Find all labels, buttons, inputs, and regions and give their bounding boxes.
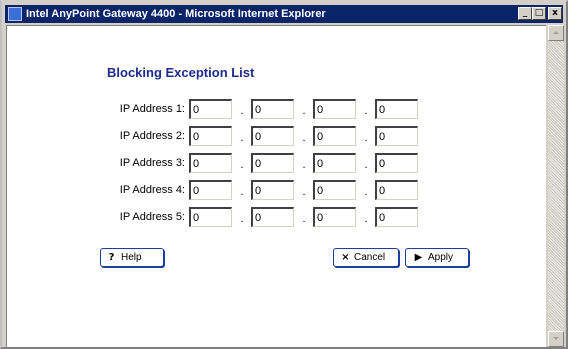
ip-octet-field[interactable] <box>189 207 232 227</box>
octet-separator: . <box>240 105 244 117</box>
ip-octet-field[interactable] <box>375 207 418 227</box>
ip-address-label: IP Address 1: <box>119 103 185 115</box>
ip-octet-field[interactable] <box>251 126 294 146</box>
ip-octet-field[interactable] <box>251 99 294 119</box>
page-title: Blocking Exception List <box>107 65 255 80</box>
ip-address-label: IP Address 3: <box>119 157 185 169</box>
ie-logo-icon <box>8 7 22 21</box>
octet-separator: . <box>364 213 368 225</box>
scroll-down-button[interactable] <box>548 331 564 347</box>
octet-separator: . <box>364 105 368 117</box>
x-icon: × <box>341 252 350 263</box>
octet-separator: . <box>364 132 368 144</box>
help-button[interactable]: ? Help <box>100 248 164 267</box>
octet-separator: . <box>364 186 368 198</box>
ip-octet-field[interactable] <box>313 153 356 173</box>
minimize-button[interactable]: _ <box>518 7 532 20</box>
octet-separator: . <box>240 132 244 144</box>
octet-separator: . <box>240 159 244 171</box>
ip-octet-field[interactable] <box>375 180 418 200</box>
help-button-label: Help <box>121 252 142 263</box>
ip-octet-field[interactable] <box>375 99 418 119</box>
arrow-down-icon <box>553 337 559 340</box>
play-arrow-icon: ▶ <box>414 252 423 263</box>
ip-address-label: IP Address 4: <box>119 184 185 196</box>
cancel-button-label: Cancel <box>354 252 386 263</box>
octet-separator: . <box>302 132 306 144</box>
octet-separator: . <box>364 159 368 171</box>
ip-octet-field[interactable] <box>313 126 356 146</box>
title-bar[interactable]: Intel AnyPoint Gateway 4400 - Microsoft … <box>5 5 563 23</box>
ip-octet-field[interactable] <box>313 180 356 200</box>
octet-separator: . <box>302 186 306 198</box>
close-button[interactable]: x <box>548 7 562 20</box>
page-content: Blocking Exception List IP Address 1: . … <box>6 25 546 347</box>
octet-separator: . <box>302 213 306 225</box>
ip-address-label: IP Address 5: <box>119 211 185 223</box>
octet-separator: . <box>240 186 244 198</box>
browser-window: Intel AnyPoint Gateway 4400 - Microsoft … <box>0 0 568 349</box>
arrow-up-icon <box>553 31 559 34</box>
apply-button[interactable]: ▶ Apply <box>405 248 469 267</box>
ip-octet-field[interactable] <box>251 153 294 173</box>
ip-octet-field[interactable] <box>251 207 294 227</box>
cancel-button[interactable]: × Cancel <box>333 248 399 267</box>
window-title: Intel AnyPoint Gateway 4400 - Microsoft … <box>26 8 326 20</box>
octet-separator: . <box>240 213 244 225</box>
octet-separator: . <box>302 159 306 171</box>
ip-octet-field[interactable] <box>375 126 418 146</box>
ip-octet-field[interactable] <box>189 99 232 119</box>
maximize-button[interactable]: □ <box>532 7 546 20</box>
ip-octet-field[interactable] <box>313 99 356 119</box>
ip-address-label: IP Address 2: <box>119 130 185 142</box>
ip-octet-field[interactable] <box>313 207 356 227</box>
octet-separator: . <box>302 105 306 117</box>
ip-octet-field[interactable] <box>189 126 232 146</box>
ip-octet-field[interactable] <box>189 153 232 173</box>
ip-octet-field[interactable] <box>375 153 418 173</box>
scroll-up-button[interactable] <box>548 25 564 41</box>
ip-octet-field[interactable] <box>251 180 294 200</box>
vertical-scrollbar[interactable] <box>548 25 564 347</box>
apply-button-label: Apply <box>428 252 454 263</box>
question-mark-icon: ? <box>108 252 115 263</box>
ip-octet-field[interactable] <box>189 180 232 200</box>
